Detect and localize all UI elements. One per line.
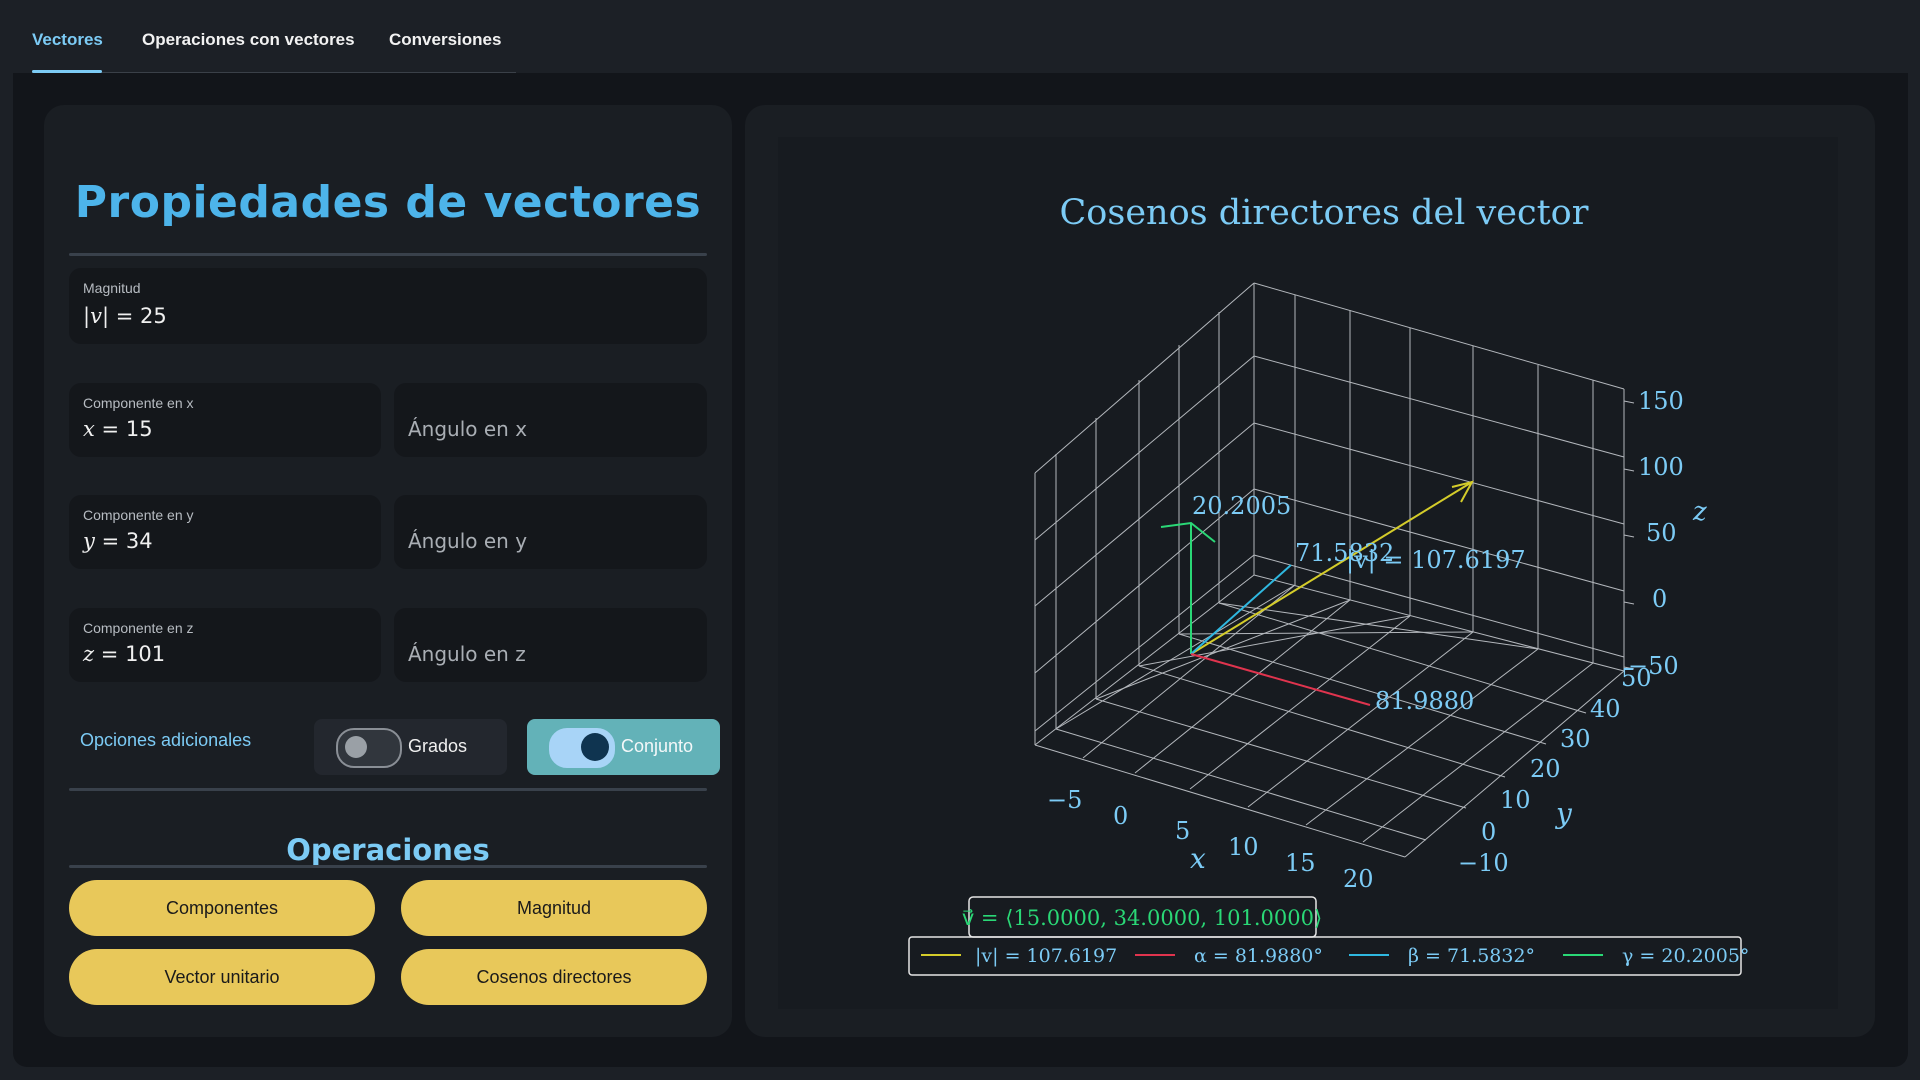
y-component-label: Componente en y xyxy=(83,507,194,523)
y-tick-label: 40 xyxy=(1590,695,1621,723)
x-eq: = xyxy=(101,417,120,441)
x-tick-label: 5 xyxy=(1175,817,1190,845)
y-angle-field[interactable]: Ángulo en y xyxy=(394,495,707,569)
magnitude-annotation: |v| = 107.6197 xyxy=(1346,546,1526,575)
y-axis-label: y xyxy=(1554,797,1573,830)
options-divider xyxy=(69,788,707,791)
y-tick-label: 20 xyxy=(1530,755,1561,783)
title-divider xyxy=(69,253,707,256)
alpha-line xyxy=(1190,653,1371,706)
z-var: z xyxy=(83,642,95,666)
components-button[interactable]: Componentes xyxy=(69,880,375,936)
degrees-toggle[interactable]: Grados xyxy=(314,719,507,775)
tab-bar: Vectores Operaciones con vectores Conver… xyxy=(0,0,1920,73)
legend-beta: β = 71.5832° xyxy=(1408,945,1535,967)
direction-cosines-3d-plot[interactable]: Cosenos directores del vector 20.2005 71… xyxy=(778,137,1838,1009)
z-tick-label: 150 xyxy=(1638,387,1684,415)
tab-vectores[interactable]: Vectores xyxy=(32,30,103,50)
y-tick-label: 30 xyxy=(1560,725,1591,753)
x-number: 15 xyxy=(125,417,153,441)
x-angle-field[interactable]: Ángulo en x xyxy=(394,383,707,457)
tab-operaciones[interactable]: Operaciones con vectores xyxy=(142,30,355,50)
magnitude-field[interactable]: Magnitud |v| = 25 xyxy=(69,268,707,344)
z-angle-field[interactable]: Ángulo en z xyxy=(394,608,707,682)
set-toggle[interactable]: Conjunto xyxy=(527,719,720,775)
operations-divider xyxy=(69,865,707,868)
y-eq: = xyxy=(101,529,120,553)
x-var: x xyxy=(83,417,95,441)
x-tick-label: 0 xyxy=(1113,802,1128,830)
x-component-value[interactable]: x = 15 xyxy=(83,417,153,441)
z-tick-label: 100 xyxy=(1638,453,1684,481)
z-eq: = xyxy=(100,642,119,666)
properties-panel: Propiedades de vectores Magnitud |v| = 2… xyxy=(44,105,732,1037)
unit-vector-button[interactable]: Vector unitario xyxy=(69,949,375,1005)
alpha-annotation: 81.9880 xyxy=(1375,687,1474,715)
degrees-switch-knob xyxy=(345,736,367,758)
set-switch[interactable] xyxy=(549,728,615,768)
main-container: Propiedades de vectores Magnitud |v| = 2… xyxy=(13,73,1908,1067)
gamma-marker xyxy=(1160,521,1216,543)
plot-area: Cosenos directores del vector 20.2005 71… xyxy=(778,137,1838,1009)
z-tick-label: 0 xyxy=(1652,585,1667,613)
x-angle-placeholder: Ángulo en x xyxy=(408,417,528,441)
y-tick-label: 10 xyxy=(1500,786,1531,814)
z-tick-label: 50 xyxy=(1646,519,1677,547)
direction-cosines-button[interactable]: Cosenos directores xyxy=(401,949,707,1005)
degrees-switch[interactable] xyxy=(336,728,402,768)
z-component-field[interactable]: Componente en z z = 101 xyxy=(69,608,381,682)
y-tick-label: 0 xyxy=(1481,818,1496,846)
magnitude-number: 25 xyxy=(140,304,167,328)
legend-gamma: γ = 20.2005° xyxy=(1622,945,1749,967)
set-switch-knob xyxy=(581,733,609,761)
additional-options-label: Opciones adicionales xyxy=(80,730,252,750)
magnitude-label: Magnitud xyxy=(83,280,141,296)
y-component-field[interactable]: Componente en y y = 34 xyxy=(69,495,381,569)
x-tick-label: 15 xyxy=(1285,849,1316,877)
operations-title: Operaciones xyxy=(286,833,490,867)
z-number: 101 xyxy=(125,642,166,666)
y-angle-placeholder: Ángulo en y xyxy=(408,529,528,553)
x-tick-label: 20 xyxy=(1343,865,1374,893)
x-axis-label: x xyxy=(1190,842,1206,875)
plot-panel: Cosenos directores del vector 20.2005 71… xyxy=(745,105,1875,1037)
magnitude-value[interactable]: |v| = 25 xyxy=(83,304,167,328)
magnitude-button[interactable]: Magnitud xyxy=(401,880,707,936)
x-component-label: Componente en x xyxy=(83,395,194,411)
magnitude-var: |v| xyxy=(83,304,110,328)
legend-alpha: α = 81.9880° xyxy=(1194,945,1323,967)
z-axis-label: z xyxy=(1692,497,1707,527)
y-number: 34 xyxy=(125,529,153,553)
magnitude-eq: = xyxy=(115,304,134,328)
tab-conversiones[interactable]: Conversiones xyxy=(389,30,501,50)
set-toggle-label: Conjunto xyxy=(621,736,694,756)
z-angle-placeholder: Ángulo en z xyxy=(408,642,526,666)
z-component-value[interactable]: z = 101 xyxy=(83,642,165,666)
y-tick-label: 50 xyxy=(1621,664,1652,692)
x-tick-label: −5 xyxy=(1047,786,1082,814)
y-tick-label: −10 xyxy=(1458,849,1509,877)
legend-magnitude: |v| = 107.6197 xyxy=(975,945,1117,967)
degrees-toggle-label: Grados xyxy=(408,736,468,756)
y-var: y xyxy=(83,529,95,553)
z-component-label: Componente en z xyxy=(83,620,194,636)
plot-title: Cosenos directores del vector xyxy=(1060,193,1589,233)
x-component-field[interactable]: Componente en x x = 15 xyxy=(69,383,381,457)
page-title: Propiedades de vectores xyxy=(74,177,702,228)
gamma-annotation: 20.2005 xyxy=(1192,492,1291,520)
vector-box-text: v⃗ = ⟨15.0000, 34.0000, 101.0000⟩ xyxy=(962,906,1322,930)
y-component-value[interactable]: y = 34 xyxy=(83,529,153,553)
x-tick-label: 10 xyxy=(1228,833,1259,861)
